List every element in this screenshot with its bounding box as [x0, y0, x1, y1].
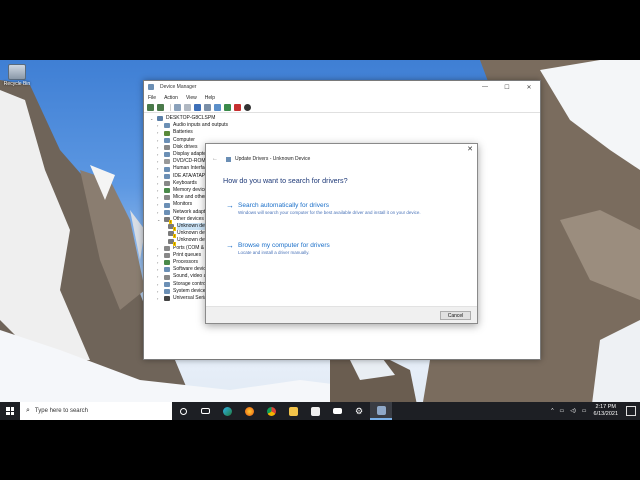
- cortana-icon[interactable]: [172, 402, 194, 420]
- search-icon: ⌕: [26, 407, 30, 414]
- uninstall-icon[interactable]: [234, 103, 241, 111]
- computer-icon: [157, 116, 163, 122]
- mouse-icon: [164, 195, 170, 201]
- audio-icon: [164, 123, 170, 129]
- cancel-button[interactable]: Cancel: [440, 311, 471, 320]
- network-icon[interactable]: ▭: [560, 408, 565, 414]
- clock[interactable]: 2:17 PM 6/13/2021: [594, 404, 618, 418]
- title-bar[interactable]: Device Manager — ☐ ✕: [144, 81, 540, 93]
- option-description: Windows will search your computer for th…: [238, 210, 421, 215]
- chevron-up-icon[interactable]: ^: [551, 408, 553, 414]
- sound-icon: [164, 274, 170, 280]
- option-title: Browse my computer for drivers: [238, 242, 330, 249]
- volume-icon[interactable]: ◁): [570, 408, 576, 414]
- network-icon: [164, 209, 170, 215]
- tree-item[interactable]: › Audio inputs and outputs: [150, 122, 540, 129]
- device-manager-taskbar-icon[interactable]: [370, 402, 392, 420]
- other-devices-icon: [164, 216, 172, 224]
- warning-device-icon: [168, 238, 176, 246]
- back-icon[interactable]: [147, 103, 154, 111]
- minimize-button[interactable]: —: [474, 84, 496, 91]
- printer-icon: [164, 252, 170, 258]
- properties-icon[interactable]: [174, 103, 181, 111]
- settings-icon[interactable]: ⚙: [348, 402, 370, 420]
- memory-icon: [164, 188, 170, 194]
- dialog-header: ← Update Drivers - Unknown Device: [212, 156, 310, 162]
- disk-icon: [164, 144, 170, 150]
- taskbar: ⌕ Type here to search ⚙ ^ ▭ ◁) ▭ 2:17 PM…: [0, 402, 640, 420]
- edge-icon[interactable]: [216, 402, 238, 420]
- dialog-question: How do you want to search for drivers?: [223, 176, 348, 185]
- update-drivers-dialog[interactable]: ✕ ← Update Drivers - Unknown Device How …: [205, 143, 478, 324]
- recycle-bin-icon: [8, 64, 26, 80]
- dvd-icon: [164, 159, 170, 165]
- dialog-title: Update Drivers - Unknown Device: [235, 156, 311, 162]
- menu-help[interactable]: Help: [205, 95, 215, 101]
- toolbar-divider: [170, 103, 171, 111]
- search-box[interactable]: ⌕ Type here to search: [20, 402, 172, 420]
- update-driver-icon[interactable]: [204, 103, 211, 111]
- menu-file[interactable]: File: [148, 95, 156, 101]
- computer-icon: [164, 137, 170, 143]
- tree-item[interactable]: › Batteries: [150, 129, 540, 136]
- windows-logo-icon: [6, 407, 14, 415]
- firefox-icon[interactable]: [238, 402, 260, 420]
- recycle-bin-label: Recycle Bin: [3, 81, 31, 87]
- warning-device-icon: [168, 231, 176, 239]
- system-icon: [164, 288, 170, 294]
- dialog-close-button[interactable]: ✕: [467, 145, 473, 153]
- maximize-button[interactable]: ☐: [496, 84, 518, 91]
- processor-icon: [164, 260, 170, 266]
- monitor-icon: [164, 202, 170, 208]
- search-placeholder: Type here to search: [34, 408, 88, 414]
- chrome-icon[interactable]: [260, 402, 282, 420]
- window-title: Device Manager: [160, 84, 197, 90]
- warning-device-icon: [168, 224, 176, 232]
- usb-icon: [164, 296, 170, 302]
- forward-icon[interactable]: [157, 103, 164, 111]
- disable-icon[interactable]: [244, 103, 251, 111]
- menu-bar: File Action View Help: [144, 93, 540, 102]
- ports-icon: [164, 245, 170, 251]
- software-icon: [164, 267, 170, 273]
- language-icon[interactable]: ▭: [582, 408, 587, 414]
- hid-icon: [164, 166, 170, 172]
- menu-action[interactable]: Action: [164, 95, 178, 101]
- dialog-footer: Cancel: [206, 306, 477, 323]
- mail-icon[interactable]: [326, 402, 348, 420]
- help-icon[interactable]: [194, 103, 201, 111]
- ide-icon: [164, 173, 170, 179]
- time: 2:17 PM: [595, 404, 616, 410]
- task-view-icon[interactable]: [194, 402, 216, 420]
- file-explorer-icon[interactable]: [282, 402, 304, 420]
- notification-icon[interactable]: [626, 406, 636, 416]
- show-hide-icon[interactable]: [184, 103, 191, 111]
- date: 6/13/2021: [593, 411, 618, 417]
- option-description: Locate and install a driver manually.: [238, 250, 310, 255]
- recycle-bin[interactable]: Recycle Bin: [2, 62, 32, 87]
- storage-icon: [164, 281, 170, 287]
- enable-device-icon[interactable]: [224, 103, 231, 111]
- search-automatically-option[interactable]: → Search automatically for drivers Windo…: [226, 202, 438, 216]
- back-arrow-icon[interactable]: ←: [212, 156, 218, 162]
- tree-root[interactable]: ⌄ DESKTOP-G8CLSPM: [150, 115, 540, 122]
- arrow-right-icon: →: [226, 201, 234, 210]
- battery-icon: [164, 130, 170, 136]
- store-icon[interactable]: [304, 402, 326, 420]
- scan-hardware-icon[interactable]: [214, 103, 221, 111]
- system-tray: ^ ▭ ◁) ▭ 2:17 PM 6/13/2021: [548, 404, 640, 418]
- keyboard-icon: [164, 180, 170, 186]
- option-title: Search automatically for drivers: [238, 202, 330, 209]
- toolbar: [144, 102, 540, 113]
- menu-view[interactable]: View: [186, 95, 197, 101]
- arrow-right-icon: →: [226, 241, 234, 250]
- display-icon: [164, 152, 170, 158]
- device-icon: [226, 156, 231, 162]
- close-button[interactable]: ✕: [518, 84, 540, 91]
- start-button[interactable]: [0, 402, 20, 420]
- device-manager-icon: [148, 84, 154, 90]
- browse-computer-option[interactable]: → Browse my computer for drivers Locate …: [226, 242, 438, 256]
